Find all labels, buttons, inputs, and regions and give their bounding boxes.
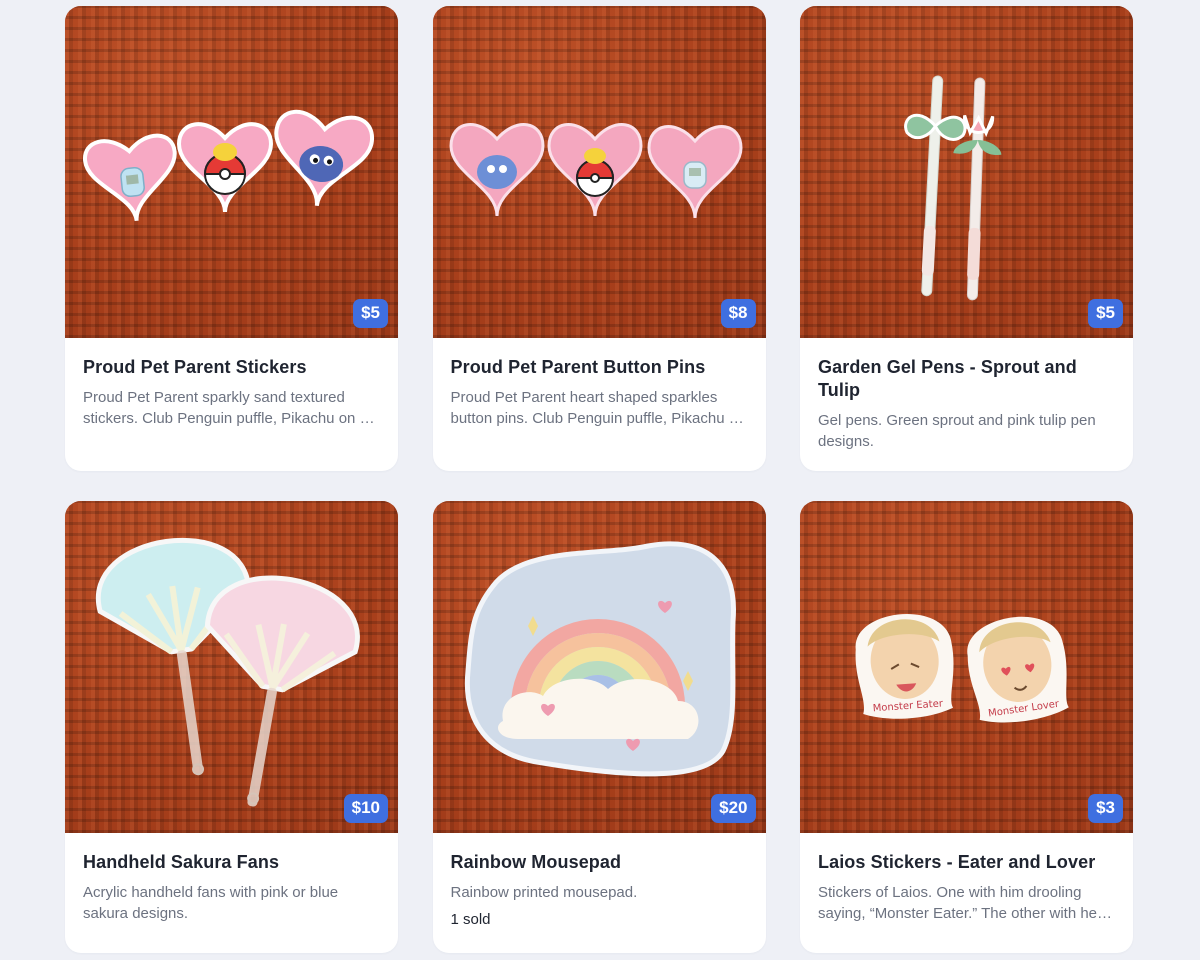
listing-title[interactable]: Handheld Sakura Fans [83, 851, 380, 874]
listing-card-rainbow-mousepad[interactable]: $20 Rainbow Mousepad Rainbow printed mou… [432, 501, 766, 953]
product-illustration [83, 109, 374, 222]
listing-title[interactable]: Garden Gel Pens - Sprout and Tulip [818, 356, 1115, 402]
listing-card-proud-pet-parent-stickers[interactable]: $5 Proud Pet Parent Stickers Proud Pet P… [65, 6, 398, 471]
product-illustration: Monster Eater Monster Lover [855, 614, 1069, 723]
price-badge: $3 [1088, 794, 1123, 823]
price-badge: $8 [720, 299, 756, 328]
listing-card-proud-pet-parent-button-pins[interactable]: $8 Proud Pet Parent Button Pins Proud Pe… [432, 6, 766, 471]
price-badge: $5 [1088, 299, 1123, 328]
listing-card-laios-stickers[interactable]: Monster Eater Monster Lover $3 Laios Sti… [800, 501, 1133, 953]
listing-description: Acrylic handheld fans with pink or blue … [83, 884, 339, 922]
product-photo[interactable]: $10 [65, 501, 398, 833]
product-illustration [95, 537, 360, 807]
listing-title[interactable]: Proud Pet Parent Button Pins [451, 356, 748, 379]
product-illustration [448, 123, 743, 219]
product-photo[interactable]: Monster Eater Monster Lover $3 [800, 501, 1133, 833]
product-illustration [464, 541, 736, 777]
product-photo[interactable]: $20 [432, 501, 766, 833]
price-badge: $5 [353, 299, 388, 328]
listing-grid: $5 Proud Pet Parent Stickers Proud Pet P… [65, 6, 1133, 953]
listing-description: Proud Pet Parent sparkly sand textured s… [83, 389, 368, 427]
listing-description: Gel pens. Green sprout and pink tulip pe… [818, 412, 1096, 450]
product-photo[interactable]: $5 [65, 6, 398, 338]
product-photo[interactable]: $8 [432, 6, 766, 338]
listing-title[interactable]: Laios Stickers - Eater and Lover [818, 851, 1115, 874]
price-badge: $20 [711, 794, 756, 823]
sold-count: 1 sold [450, 911, 491, 928]
listing-card-garden-gel-pens[interactable]: $5 Garden Gel Pens - Sprout and Tulip Ge… [800, 6, 1133, 471]
price-badge: $10 [343, 794, 388, 823]
listing-description: Proud Pet Parent heart shaped sparkles b… [450, 389, 746, 427]
product-illustration [904, 75, 1002, 301]
listing-title[interactable]: Proud Pet Parent Stickers [83, 356, 380, 379]
listing-card-handheld-sakura-fans[interactable]: $10 Handheld Sakura Fans Acrylic handhel… [65, 501, 398, 953]
listing-description: Stickers of Laios. One with him drooling… [818, 884, 1115, 922]
listing-description: Rainbow printed mousepad. [450, 884, 638, 901]
product-photo[interactable]: $5 [800, 6, 1133, 338]
listing-title[interactable]: Rainbow Mousepad [451, 851, 748, 874]
